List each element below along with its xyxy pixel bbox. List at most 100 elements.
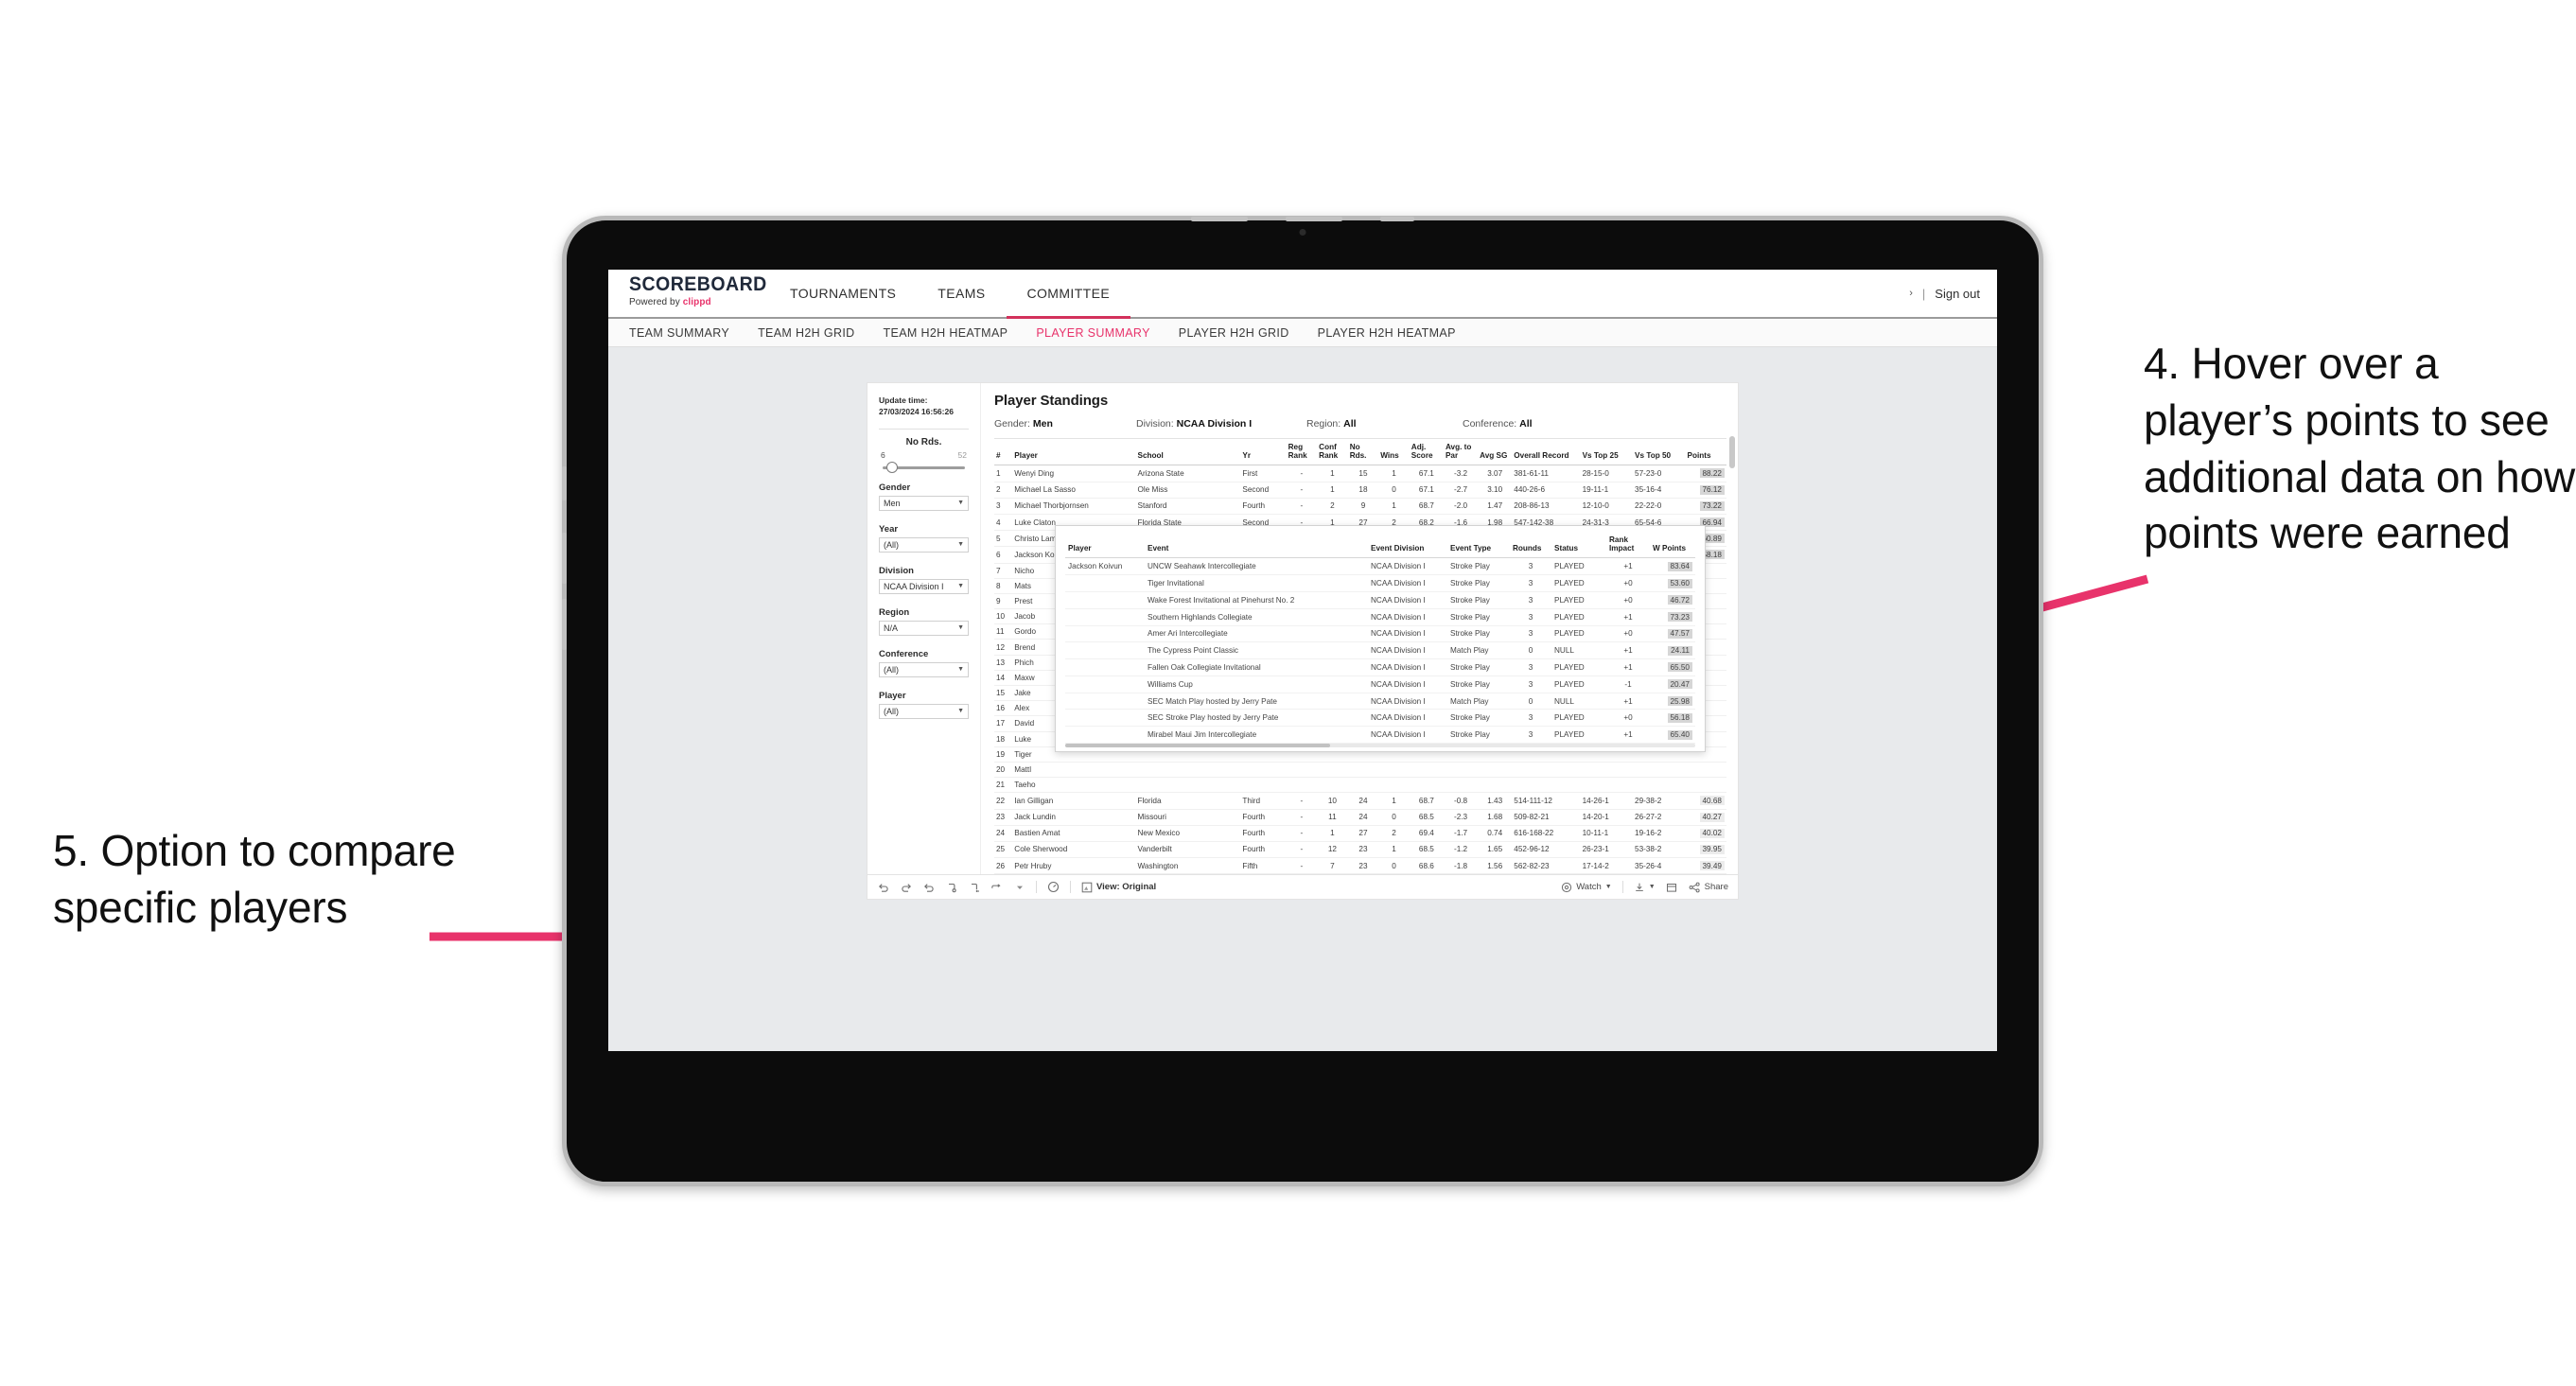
chevron-down-icon: ▼ — [957, 500, 964, 507]
filter-gender-select[interactable]: Men ▼ — [879, 495, 969, 511]
points-cell[interactable]: 39.95 — [1685, 841, 1726, 859]
col-wins[interactable]: Wins — [1378, 439, 1410, 466]
table-row[interactable]: 1 Wenyi Ding Arizona State First -1 15 1 67.1 -3… — [994, 465, 1726, 482]
subnav-item-team-h2h-grid[interactable]: TEAM H2H GRID — [758, 326, 854, 340]
chevron-down-icon[interactable] — [1013, 881, 1025, 893]
rounds-range: 6 52 — [879, 450, 969, 462]
col-school[interactable]: School — [1135, 439, 1241, 466]
table-row[interactable]: 24 Bastien Amat New Mexico Fourth -1 27 2 69.4-… — [994, 825, 1726, 842]
table-row[interactable]: 3 Michael Thorbjornsen Stanford Fourth -2 9 1 6… — [994, 498, 1726, 515]
meta-region: Region: All — [1306, 418, 1463, 430]
yr-cell: Fourth — [1240, 498, 1287, 515]
col-avg-to-par[interactable]: Avg. to Par — [1443, 439, 1479, 466]
rounds-slider[interactable] — [883, 461, 965, 473]
subnav-item-team-summary[interactable]: TEAM SUMMARY — [629, 326, 729, 340]
points-cell[interactable] — [1685, 777, 1726, 794]
col-player[interactable]: Player — [1012, 439, 1136, 466]
scrollbar-thumb[interactable] — [1729, 436, 1735, 468]
table-row[interactable]: 26 Petr Hruby Washington Fifth -7 23 0 68.6 -1.8… — [994, 857, 1726, 875]
table-row[interactable]: 22 Ian Gilligan Florida Third -10 24 1 68.7 -0.8… — [994, 792, 1726, 810]
col-reg-rank[interactable]: Reg Rank — [1286, 439, 1318, 466]
subnav-item-team-h2h-heatmap[interactable]: TEAM H2H HEATMAP — [884, 326, 1008, 340]
col-points[interactable]: Points — [1685, 439, 1726, 466]
col-adj-score[interactable]: Adj. Score — [1409, 439, 1444, 466]
points-cell[interactable]: 40.27 — [1685, 809, 1726, 826]
conf-rank-cell — [1317, 762, 1348, 779]
rounds-max: 52 — [957, 449, 967, 460]
scrollbar-thumb[interactable] — [1065, 743, 1330, 747]
col-vs-top-50[interactable]: Vs Top 50 — [1633, 439, 1686, 466]
rounds-slider-handle[interactable] — [886, 461, 898, 473]
col-rank[interactable]: # — [994, 439, 1013, 466]
filter-year-select[interactable]: (All) ▼ — [879, 536, 969, 553]
points-cell[interactable]: 40.68 — [1685, 792, 1726, 810]
nav-item-tournaments[interactable]: TOURNAMENTS — [769, 270, 917, 317]
col-yr[interactable]: Yr — [1240, 439, 1287, 466]
col-no-rds[interactable]: No Rds. — [1347, 439, 1379, 466]
filter-region-select[interactable]: N/A ▼ — [879, 620, 969, 636]
download-button[interactable]: ▼ — [1634, 882, 1656, 893]
points-cell[interactable]: 88.22 — [1685, 465, 1726, 482]
rank-cell: 23 — [994, 809, 1013, 826]
points-cell[interactable] — [1685, 762, 1726, 779]
avg-sg-cell: 1.43 — [1478, 792, 1513, 810]
standings-body-bottom: 22 Ian Gilligan Florida Third -10 24 1 68.7 -0.8… — [994, 792, 1726, 875]
refresh-icon[interactable] — [945, 881, 957, 893]
table-row[interactable]: 23 Jack Lundin Missouri Fourth -11 24 0 68.5 -2.… — [994, 809, 1726, 826]
table-row[interactable]: 2 Michael La Sasso Ole Miss Second -1 18 0 67.1… — [994, 482, 1726, 499]
app-logo[interactable]: SCOREBOARD Powered by clippd — [608, 270, 769, 317]
avg-to-par-cell: -2.3 — [1443, 809, 1479, 826]
nav-item-teams[interactable]: TEAMS — [917, 270, 1006, 317]
points-cell[interactable]: 73.22 — [1685, 498, 1726, 515]
points-cell[interactable]: 40.02 — [1685, 825, 1726, 842]
table-row[interactable]: 25 Cole Sherwood Vanderbilt Fourth -12 23 1 68.… — [994, 841, 1726, 859]
tt-w-points-value: 56.18 — [1667, 712, 1692, 723]
undo-icon[interactable] — [877, 881, 889, 893]
pause-icon[interactable] — [968, 881, 980, 893]
user-menu-icon[interactable]: › — [1909, 288, 1913, 299]
meta-division: Division: NCAA Division I — [1136, 418, 1306, 430]
filter-player-select[interactable]: (All) ▼ — [879, 703, 969, 719]
filter-region-label: Region — [879, 606, 910, 618]
col-overall-record[interactable]: Overall Record — [1512, 439, 1581, 466]
filter-division-select[interactable]: NCAA Division I ▼ — [879, 578, 969, 594]
vs-top-25-cell: 14-26-1 — [1580, 792, 1634, 810]
conf-rank-cell: 10 — [1317, 792, 1348, 810]
table-row[interactable]: 21 Taeho — [994, 777, 1726, 794]
nav-item-committee[interactable]: COMMITTEE — [1006, 270, 1131, 319]
tooltip-horizontal-scrollbar[interactable] — [1065, 743, 1695, 747]
col-vs-top-25[interactable]: Vs Top 25 — [1580, 439, 1634, 466]
avg-to-par-cell: -0.8 — [1443, 792, 1479, 810]
meta-gender-label: Gender: — [994, 418, 1030, 430]
tt-col-rank-impact: Rank Impact — [1606, 534, 1650, 559]
view-icon — [1081, 882, 1093, 893]
fullscreen-icon[interactable] — [1666, 881, 1678, 893]
table-vertical-scrollbar[interactable] — [1729, 436, 1735, 890]
overall-record-cell — [1512, 762, 1581, 779]
filter-conference-select[interactable]: (All) ▼ — [879, 661, 969, 677]
filter-region-value: N/A — [884, 623, 899, 633]
subnav-item-player-h2h-heatmap[interactable]: PLAYER H2H HEATMAP — [1318, 326, 1456, 340]
points-cell[interactable]: 76.12 — [1685, 482, 1726, 499]
share-arrow-icon[interactable] — [990, 881, 1003, 893]
view-original-button[interactable]: View: Original — [1081, 882, 1156, 893]
share-button[interactable]: Share — [1689, 882, 1728, 893]
overall-record-cell: 381-61-11 — [1512, 465, 1581, 482]
points-cell[interactable]: 39.49 — [1685, 857, 1726, 875]
tt-w-points-cell: 65.40 — [1650, 726, 1695, 744]
points-value: 73.22 — [1699, 500, 1725, 511]
revert-icon[interactable] — [922, 881, 935, 893]
redo-icon[interactable] — [900, 881, 912, 893]
col-conf-rank[interactable]: Conf Rank — [1317, 439, 1348, 466]
subnav-item-player-h2h-grid[interactable]: PLAYER H2H GRID — [1179, 326, 1289, 340]
tt-event-cell: UNCW Seahawk Intercollegiate — [1145, 557, 1368, 576]
subnav-item-player-summary[interactable]: PLAYER SUMMARY — [1036, 326, 1149, 340]
tooltip-row: Amer Ari Intercollegiate NCAA Division IS… — [1065, 625, 1695, 643]
sign-out-button[interactable]: Sign out — [1935, 287, 1980, 301]
table-row[interactable]: 20 Mattl — [994, 762, 1726, 779]
device-layout-icon[interactable] — [1047, 881, 1060, 893]
watch-button[interactable]: Watch ▼ — [1561, 882, 1612, 893]
tt-event-cell: Mirabel Maui Jim Intercollegiate — [1145, 726, 1368, 744]
col-avg-sg[interactable]: Avg SG — [1478, 439, 1513, 466]
meta-conference: Conference: All — [1463, 418, 1533, 430]
